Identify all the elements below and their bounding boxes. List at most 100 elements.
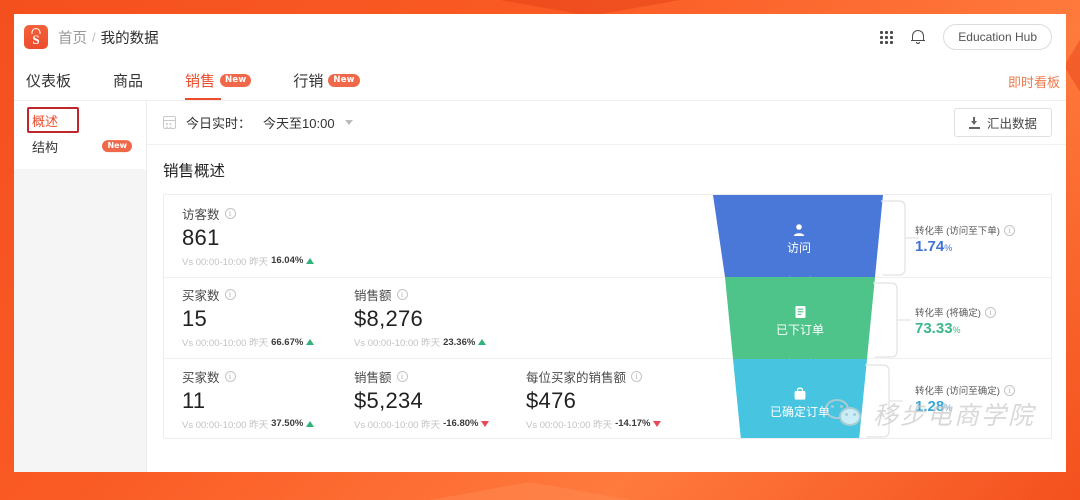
shopee-logo-handle <box>31 28 41 34</box>
info-icon[interactable]: i <box>396 289 408 301</box>
metric-buyers-confirmed-pct: 37.50% <box>271 418 304 430</box>
info-icon[interactable]: i <box>224 207 236 219</box>
metric-sales-per-buyer-vs: Vs 00:00-10:00 昨天 <box>526 419 613 431</box>
conversion-visit-to-confirmed-label: 转化率 (访问至确定) <box>915 386 1000 397</box>
notification-bell-icon[interactable] <box>911 29 926 45</box>
date-range-label: 今日实时： <box>186 116 252 131</box>
tab-dashboard[interactable]: 仪表板 <box>26 70 71 100</box>
sidebar-item-overview-label: 概述 <box>32 113 59 129</box>
metric-sales-confirmed-value: $5,234 <box>354 387 424 413</box>
metric-visitors: 访客数 i 861 Vs 00:00-10:00 昨天 16.04% <box>182 204 354 268</box>
metric-buyers-confirmed: 买家数 i 11 Vs 00:00-10:00 昨天 37.50% <box>182 367 354 431</box>
sidebar-item-overview[interactable]: 概述 <box>14 107 146 133</box>
conversion-to-confirmed-unit: % <box>952 325 961 335</box>
tab-products-label: 商品 <box>113 73 144 90</box>
conversion-visit-to-order-label: 转化率 (访问至下单) <box>915 226 1000 237</box>
tab-products[interactable]: 商品 <box>113 70 143 100</box>
metric-sales-ordered-vs: Vs 00:00-10:00 昨天 <box>354 338 441 350</box>
metric-sales-per-buyer: 每位买家的销售额 i $476 Vs 00:00-10:00 昨天 -14.17… <box>526 367 698 431</box>
info-icon[interactable]: i <box>631 370 643 382</box>
date-range-value[interactable]: 今天至10:00 <box>263 113 335 132</box>
breadcrumb: 首页 / 我的数据 <box>58 27 159 48</box>
app-header: S 首页 / 我的数据 Education Hub <box>14 14 1066 60</box>
metric-sales-confirmed-delta: Vs 00:00-10:00 昨天 -16.80% <box>354 417 526 431</box>
breadcrumb-home[interactable]: 首页 <box>58 27 87 48</box>
conversion-visit-to-order-unit: % <box>944 243 953 253</box>
chevron-down-icon[interactable] <box>344 120 353 125</box>
info-icon[interactable]: i <box>984 306 996 318</box>
tab-sales[interactable]: 销售 New <box>185 70 252 100</box>
sales-overview-card: 访客数 i 861 Vs 00:00-10:00 昨天 16.04% 买家数 i… <box>163 194 1052 439</box>
info-icon[interactable]: i <box>1003 384 1015 396</box>
shopee-logo-letter: S <box>32 32 40 47</box>
metric-buyers-confirmed-label: 买家数 <box>182 370 220 385</box>
info-icon[interactable]: i <box>396 370 408 382</box>
metric-buyers-ordered-pct: 66.67% <box>271 336 304 348</box>
metric-sales-confirmed-vs: Vs 00:00-10:00 昨天 <box>354 419 441 431</box>
sales-overview-panel: 销售概述 访客数 i 861 Vs 00:00-10:00 昨天 16.04% … <box>147 145 1066 472</box>
trend-up-icon <box>306 339 315 346</box>
export-data-button[interactable]: 汇出数据 <box>953 108 1052 137</box>
metric-buyers-confirmed-value: 11 <box>182 387 206 413</box>
metric-buyers-ordered-delta: Vs 00:00-10:00 昨天 66.67% <box>182 335 354 349</box>
metric-sales-per-buyer-value: $476 <box>526 387 577 413</box>
conversion-visit-to-confirmed: 转化率 (访问至确定) i 1.28% <box>915 383 1045 415</box>
conversion-to-confirmed-label: 转化率 (将确定) <box>915 308 981 319</box>
tab-marketing-new-badge: New <box>328 74 360 87</box>
tab-dashboard-label: 仪表板 <box>26 73 72 90</box>
page-title: 销售概述 <box>163 163 226 180</box>
calendar-icon <box>163 116 176 129</box>
info-icon[interactable]: i <box>1003 224 1015 236</box>
conversion-visit-to-order: 转化率 (访问至下单) i 1.74% <box>915 223 1045 255</box>
metric-visitors-label: 访客数 <box>182 207 220 222</box>
metric-buyers-confirmed-vs: Vs 00:00-10:00 昨天 <box>182 419 269 431</box>
metric-sales-per-buyer-label: 每位买家的销售额 <box>526 370 627 385</box>
metric-sales-per-buyer-pct: -14.17% <box>615 418 651 430</box>
live-board-link[interactable]: 即时看板 <box>1008 72 1060 91</box>
metric-buyers-ordered-value: 15 <box>182 306 208 332</box>
breadcrumb-current: 我的数据 <box>100 30 159 47</box>
info-icon[interactable]: i <box>224 370 236 382</box>
metric-buyers-ordered: 买家数 i 15 Vs 00:00-10:00 昨天 66.67% <box>182 285 354 349</box>
tab-marketing[interactable]: 行销 New <box>293 70 360 100</box>
trend-down-icon <box>653 420 662 427</box>
metric-visitors-value: 861 <box>182 224 220 250</box>
tab-sales-new-badge: New <box>220 74 252 87</box>
tab-marketing-label: 行销 <box>293 73 324 90</box>
metric-sales-ordered-pct: 23.36% <box>443 336 476 348</box>
conversion-to-confirmed: 转化率 (将确定) i 73.33% <box>915 305 1045 337</box>
education-hub-button[interactable]: Education Hub <box>943 24 1052 50</box>
sidebar: 概述 结构 New <box>14 101 147 472</box>
metric-visitors-pct: 16.04% <box>271 255 304 267</box>
sidebar-item-structure-label: 结构 <box>32 139 59 155</box>
metric-visitors-delta: Vs 00:00-10:00 昨天 16.04% <box>182 254 354 268</box>
breadcrumb-separator: / <box>92 29 96 45</box>
metric-buyers-confirmed-delta: Vs 00:00-10:00 昨天 37.50% <box>182 417 354 431</box>
metric-sales-ordered-delta: Vs 00:00-10:00 昨天 23.36% <box>354 335 526 349</box>
tab-sales-label: 销售 <box>185 73 216 90</box>
trend-up-icon <box>306 257 315 264</box>
conversion-visit-to-confirmed-unit: % <box>944 403 953 413</box>
download-icon <box>968 116 980 129</box>
info-icon[interactable]: i <box>224 289 236 301</box>
sidebar-item-structure-new-badge: New <box>102 140 132 152</box>
funnel-stage-confirmed-shape <box>733 359 867 438</box>
frame-accent-bottom <box>430 482 630 500</box>
export-data-label: 汇出数据 <box>986 117 1037 131</box>
trend-up-icon <box>306 420 315 427</box>
conversion-visit-to-confirmed-value: 1.28 <box>915 398 945 415</box>
conversion-funnel-chart: 访问 已下订单 已确定订单 转化率 (访问至下单) i 1.74% 转化率 (将… <box>693 195 1051 438</box>
metric-sales-ordered-value: $8,276 <box>354 306 424 332</box>
trend-down-icon <box>481 420 490 427</box>
metric-sales-confirmed-label: 销售额 <box>354 370 392 385</box>
metric-sales-ordered-label: 销售额 <box>354 289 392 304</box>
metric-sales-ordered: 销售额 i $8,276 Vs 00:00-10:00 昨天 23.36% <box>354 285 526 349</box>
conversion-visit-to-order-value: 1.74 <box>915 238 945 255</box>
metric-visitors-vs: Vs 00:00-10:00 昨天 <box>182 256 269 268</box>
shopee-logo[interactable]: S <box>24 25 48 49</box>
sidebar-item-structure[interactable]: 结构 New <box>14 133 146 159</box>
body-wrapper: 概述 结构 New 今日实时： 今天至10:00 汇出数据 销售概述 访客数 i… <box>14 101 1066 472</box>
frame-accent-right <box>1064 40 1080 92</box>
apps-grid-icon[interactable] <box>880 30 894 44</box>
trend-up-icon <box>478 339 487 346</box>
